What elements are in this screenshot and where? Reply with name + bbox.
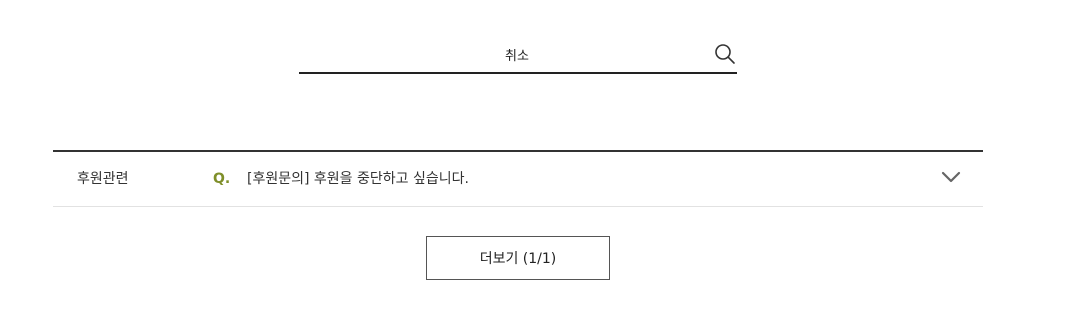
search-bar	[299, 36, 737, 74]
faq-question: [후원문의] 후원을 중단하고 싶습니다.	[247, 171, 469, 187]
faq-category: 후원관련	[77, 171, 129, 187]
search-button[interactable]	[713, 42, 737, 66]
faq-list: 후원관련 Q. [후원문의] 후원을 중단하고 싶습니다.	[53, 150, 983, 207]
search-icon	[715, 44, 735, 64]
load-more-button[interactable]: 더보기 (1/1)	[426, 236, 610, 280]
chevron-down-icon[interactable]	[941, 170, 961, 184]
search-input[interactable]	[299, 36, 699, 72]
faq-q-marker: Q.	[213, 171, 231, 187]
faq-item[interactable]: 후원관련 Q. [후원문의] 후원을 중단하고 싶습니다.	[53, 152, 983, 207]
